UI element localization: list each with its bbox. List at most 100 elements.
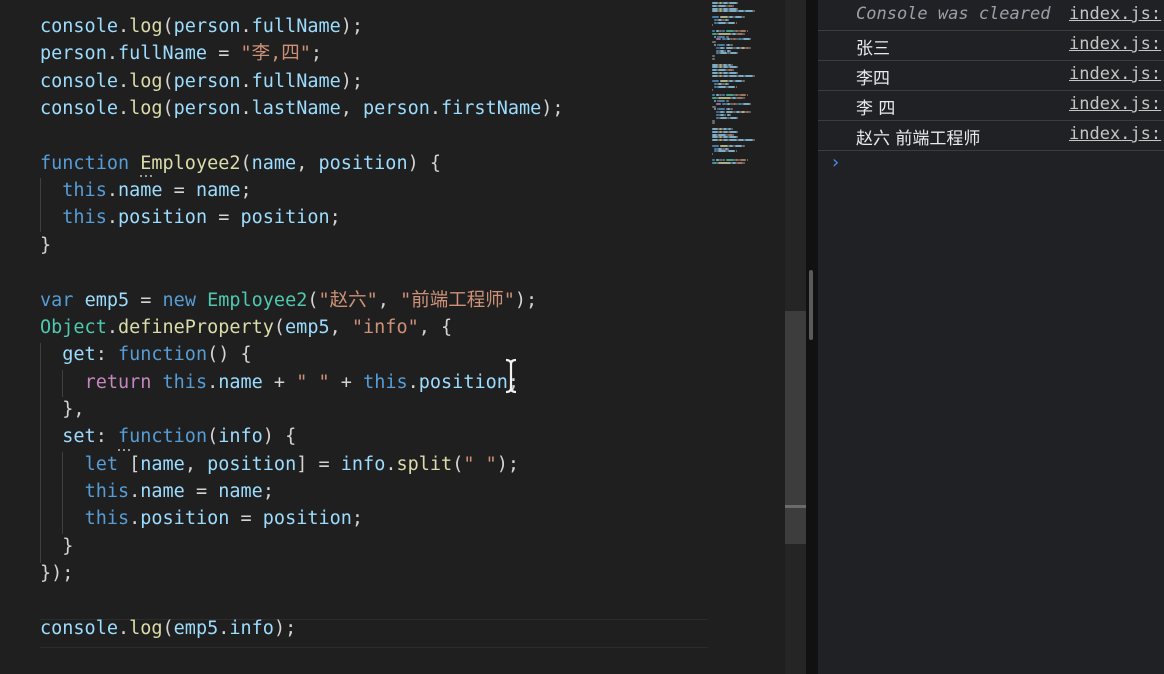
minimap-mark [712,30,715,32]
panel-resize-handle[interactable] [809,270,813,340]
code-line[interactable]: this.position = position; [40,204,340,231]
console-cleared-message: Console was cleared index.js: [818,0,1164,31]
code-editor[interactable]: console.log(person.fullName); person.full… [0,0,785,674]
code-line[interactable]: console.log(person.lastName, person.firs… [40,95,564,122]
minimap-mark [712,41,716,44]
console-source-link[interactable]: index.js: [1069,34,1161,54]
code-token: position [240,207,330,229]
code-token: Employee2 [140,152,241,174]
code-token: position [207,453,297,475]
minimap-mark [740,30,747,32]
minimap-mark [725,35,730,38]
minimap-mark [725,46,733,49]
console-source-link[interactable]: index.js: [1069,64,1161,84]
code-token: "赵六" [318,289,378,311]
minimap-mark [737,116,739,119]
console-source-link[interactable]: index.js: [1069,94,1161,114]
minimap-mark [732,69,734,72]
code-line[interactable]: this.name = name; [40,478,274,505]
code-token: ; [240,180,252,202]
code-token: . [106,180,118,202]
code-line[interactable]: this.position = position; [40,505,363,532]
minimap-mark [752,10,755,13]
code-token: set [62,426,96,448]
minimap-mark [734,80,742,83]
editor-scrollbar-thumb[interactable] [785,311,806,544]
code-token: . [240,16,252,37]
console-source-link[interactable]: index.js: [1069,124,1161,144]
code-token: ( [307,289,319,311]
code-token: person [363,98,430,120]
code-token: let [84,453,118,475]
minimap-mark [732,4,734,7]
code-token: Employee2 [207,289,308,311]
minimap-mark [737,161,743,164]
minimap-mark [718,32,731,35]
code-line[interactable]: } [40,232,51,259]
code-token: " " [296,371,330,393]
minimap-mark [736,130,739,133]
code-line[interactable]: } [40,533,73,560]
minimap-mark [712,16,720,18]
code-token: + [329,371,364,393]
minimap-mark [729,7,737,10]
code-line[interactable]: console.log(person.fullName); [40,68,363,95]
code-token: . [117,70,130,92]
console-message-text: Console was cleared [856,4,1051,24]
code-token: return [84,371,152,393]
code-token: person [173,16,241,37]
code-token: = [162,180,196,202]
code-line[interactable]: console.log(emp5.info); [40,615,296,642]
code-line[interactable]: }); [40,560,73,587]
minimap-mark [712,119,715,122]
code-line[interactable]: return this.name + " " + this.position; [40,369,519,396]
minimap-mark [720,52,728,55]
code-line[interactable]: let [name, position] = info.split(" "); [40,451,519,478]
console-message-text: 李四 [856,69,890,89]
chevron-right-icon[interactable]: › [832,152,839,173]
code-line[interactable]: function Employee2(name, position) { [40,150,441,177]
code-token: . [117,98,130,120]
minimap-mark [712,153,713,156]
minimap-mark [728,18,730,21]
code-line[interactable]: set: function(info) { [40,423,296,450]
minimap-mark [736,136,739,139]
code-line[interactable]: }, [40,396,84,423]
minimap-mark [725,30,734,32]
code-token: ( [162,70,174,92]
code-line[interactable]: person.fullName = "李,四"; [40,40,322,67]
code-line[interactable]: this.name = name; [40,177,252,204]
minimap-mark [712,55,715,58]
minimap-mark [730,49,732,52]
minimap-mark [729,74,737,77]
code-line[interactable]: var emp5 = new Employee2("赵六", "前端工程师"); [40,287,537,314]
code-token: . [240,70,252,92]
minimap-mark [737,32,743,35]
code-line[interactable]: Object.defineProperty(emp5, "info", { [40,314,452,341]
minimap-mark [735,86,737,88]
console-source-link[interactable]: index.js: [1069,4,1161,24]
code-token: this [363,371,408,393]
code-token: ; [310,43,323,65]
minimap[interactable] [708,0,785,170]
minimap-mark [715,102,721,105]
minimap-mark [718,21,726,24]
code-line[interactable]: get: function() { [40,341,251,368]
minimap-mark [752,139,755,142]
text-cursor-icon [505,358,517,394]
minimap-mark [718,100,726,102]
minimap-mark [729,66,737,69]
code-line[interactable]: console.log(person.fullName); [40,13,363,40]
minimap-mark [742,97,746,100]
code-token: position [117,207,208,229]
console-panel[interactable]: Console was cleared index.js: 张三 index.js: 李… [818,0,1164,674]
code-token: = [207,43,241,65]
minimap-mark [730,52,738,55]
minimap-mark [725,100,730,102]
minimap-mark [725,158,734,161]
minimap-mark [746,30,749,32]
code-token: position [318,152,408,174]
minimap-mark [720,144,729,147]
